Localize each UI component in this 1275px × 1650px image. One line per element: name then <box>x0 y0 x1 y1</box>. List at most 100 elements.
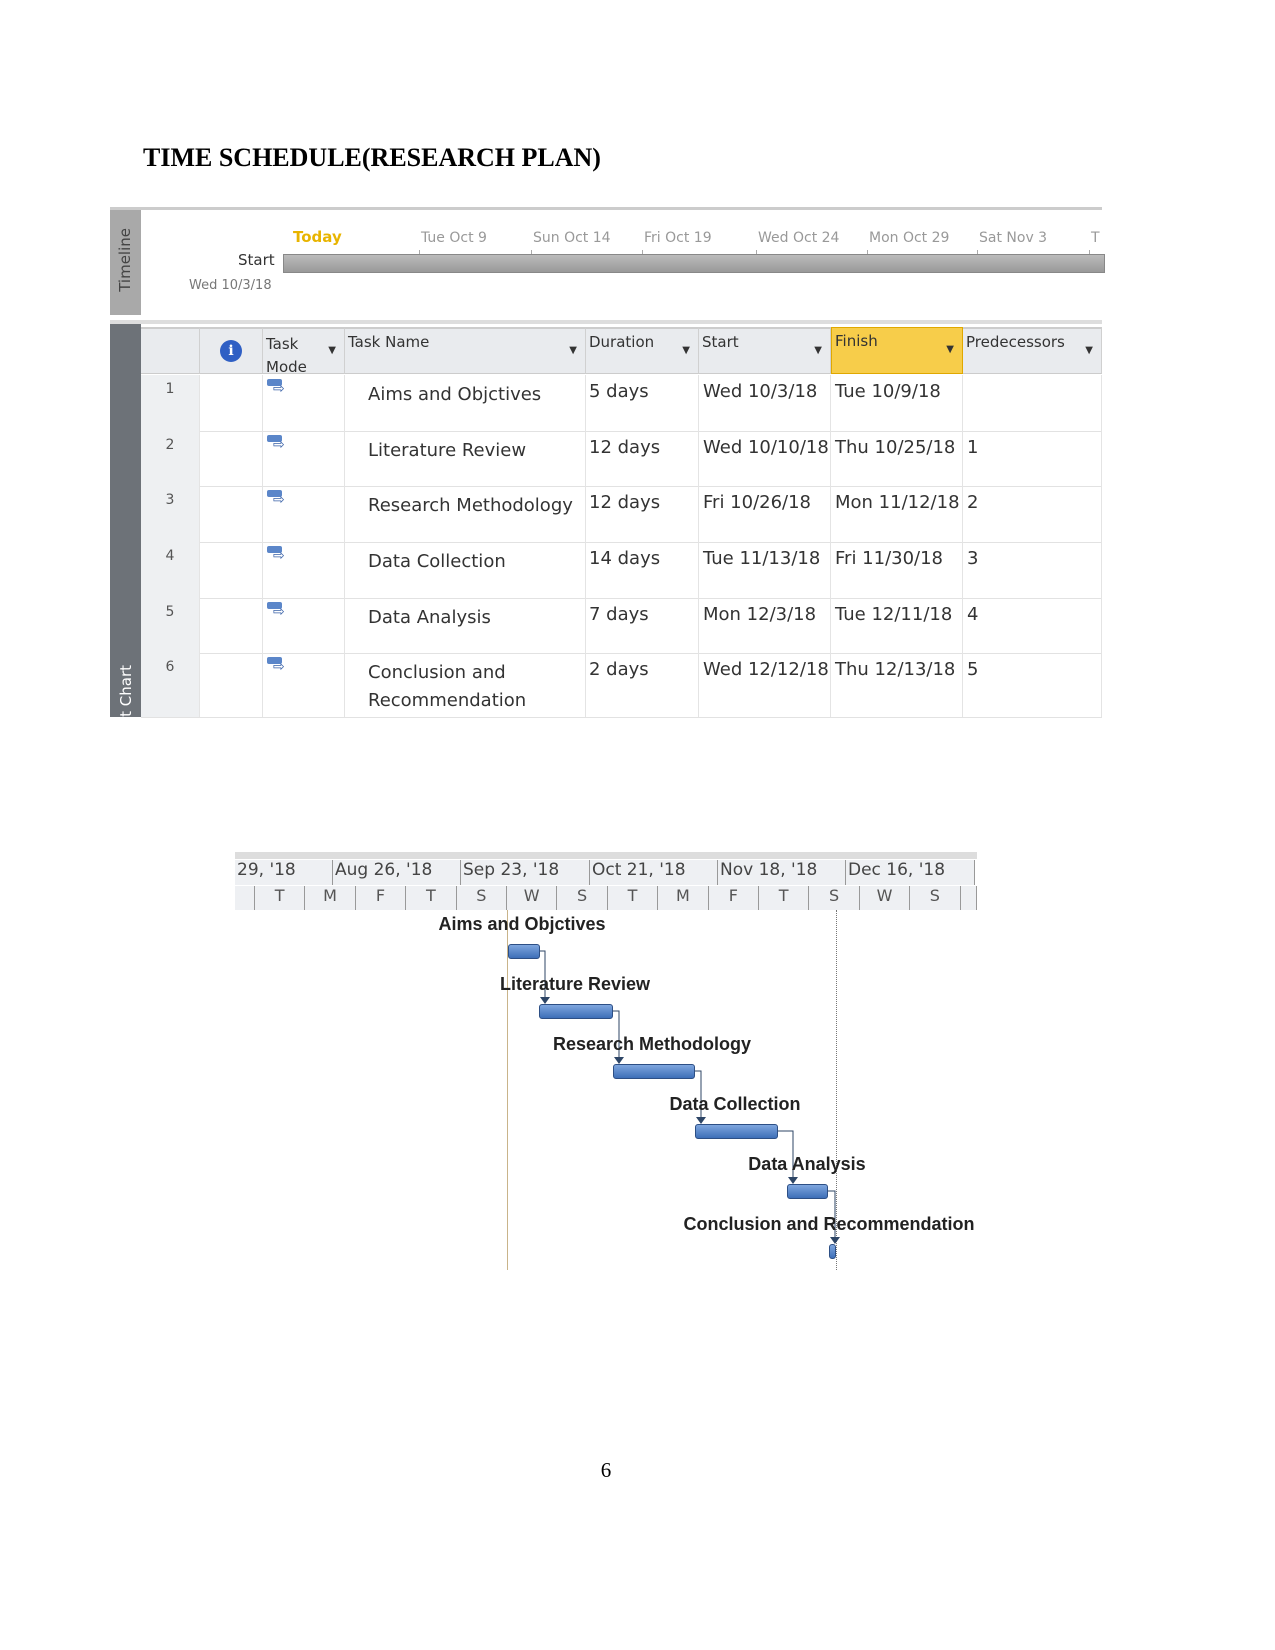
column-header-label: Task Name <box>348 333 430 351</box>
dependency-arrowhead <box>614 1057 624 1064</box>
task-bar[interactable] <box>613 1064 695 1079</box>
column-header-label: Predecessors <box>966 333 1065 351</box>
finish-cell[interactable]: Thu 12/13/18 <box>831 653 963 717</box>
finish-cell[interactable]: Mon 11/12/18 <box>831 486 963 542</box>
finish-cell[interactable]: Tue 12/11/18 <box>831 598 963 653</box>
column-header-3[interactable]: Start ▼ <box>699 327 831 374</box>
indicator-cell <box>200 431 263 486</box>
task-mode-cell[interactable]: ⇨ <box>263 542 345 598</box>
task-bar[interactable] <box>539 1004 613 1019</box>
column-header-1[interactable]: Task Name ▼ <box>345 327 586 374</box>
indicator-cell <box>200 375 263 431</box>
dependency-arrowhead <box>788 1177 798 1184</box>
finish-cell[interactable]: Thu 10/25/18 <box>831 431 963 486</box>
duration-cell[interactable]: 14 days <box>586 542 699 598</box>
column-header-label: Finish <box>835 332 878 350</box>
column-header-0[interactable]: Task Mode ▼ <box>263 327 345 376</box>
arrow-icon: ⇨ <box>273 604 285 620</box>
timeline-date: Sat Nov 3 <box>979 230 1048 246</box>
duration-cell[interactable]: 12 days <box>586 486 699 542</box>
task-bar[interactable] <box>787 1184 828 1199</box>
task-name-cell[interactable]: Research Methodology <box>345 486 586 542</box>
dropdown-arrow-icon[interactable]: ▼ <box>946 344 954 355</box>
task-mode-cell[interactable]: ⇨ <box>263 598 345 653</box>
task-mode-cell[interactable]: ⇨ <box>263 486 345 542</box>
start-cell[interactable]: Wed 10/3/18 <box>699 375 831 431</box>
timeline-start-label: Start <box>238 251 275 269</box>
task-mode-cell[interactable]: ⇨ <box>263 431 345 486</box>
section-title: TIME SCHEDULE(RESEARCH PLAN) <box>143 143 601 172</box>
predecessors-cell[interactable]: 4 <box>963 598 1102 653</box>
row-header-corner[interactable] <box>141 327 200 374</box>
task-mode-cell[interactable]: ⇨ <box>263 653 345 717</box>
table-row[interactable]: 1 ⇨ Aims and Objctives 5 days Wed 10/3/18 Tue… <box>141 375 1102 432</box>
row-number[interactable]: 6 <box>141 653 200 717</box>
column-header-4[interactable]: Finish ▼ <box>831 327 963 374</box>
predecessors-cell[interactable]: 3 <box>963 542 1102 598</box>
dependency-arrowhead <box>830 1237 840 1244</box>
row-number[interactable]: 4 <box>141 542 200 598</box>
duration-cell[interactable]: 7 days <box>586 598 699 653</box>
task-name-cell[interactable]: Data Collection <box>345 542 586 598</box>
predecessors-cell[interactable]: 1 <box>963 431 1102 486</box>
table-row[interactable]: 2 ⇨ Literature Review 12 days Wed 10/10/18 Th… <box>141 431 1102 487</box>
indicators-header[interactable]: i <box>200 327 263 374</box>
predecessors-cell[interactable] <box>963 375 1102 431</box>
duration-cell[interactable]: 5 days <box>586 375 699 431</box>
dropdown-arrow-icon[interactable]: ▼ <box>328 345 336 356</box>
timeline-date: Wed Oct 24 <box>758 230 840 246</box>
indicator-cell <box>200 598 263 653</box>
indicator-cell <box>200 486 263 542</box>
table-row[interactable]: 4 ⇨ Data Collection 14 days Tue 11/13/18 Fri … <box>141 542 1102 599</box>
column-header-label: Task Mode <box>266 335 307 376</box>
dependency-arrowhead <box>540 997 550 1004</box>
predecessors-cell[interactable]: 2 <box>963 486 1102 542</box>
dropdown-arrow-icon[interactable]: ▼ <box>1085 345 1093 356</box>
start-cell[interactable]: Tue 11/13/18 <box>699 542 831 598</box>
task-mode-cell[interactable]: ⇨ <box>263 375 345 431</box>
row-number[interactable]: 1 <box>141 375 200 431</box>
finish-cell[interactable]: Fri 11/30/18 <box>831 542 963 598</box>
task-name-cell[interactable]: Conclusion and Recommendation <box>345 653 586 717</box>
finish-cell[interactable]: Tue 10/9/18 <box>831 375 963 431</box>
start-cell[interactable]: Wed 12/12/18 <box>699 653 831 717</box>
start-cell[interactable]: Fri 10/26/18 <box>699 486 831 542</box>
timeline-bar[interactable] <box>283 254 1105 273</box>
arrow-icon: ⇨ <box>273 492 285 508</box>
task-bar-label: Aims and Objctives <box>438 914 606 934</box>
start-cell[interactable]: Mon 12/3/18 <box>699 598 831 653</box>
timeline-side-tab: Timeline <box>110 210 141 315</box>
table-row[interactable]: 6 ⇨ Conclusion and Recommendation 2 days Wed… <box>141 653 1102 718</box>
dropdown-arrow-icon[interactable]: ▼ <box>569 345 577 356</box>
column-header-5[interactable]: Predecessors ▼ <box>963 327 1102 374</box>
task-bar[interactable] <box>695 1124 778 1139</box>
row-number[interactable]: 5 <box>141 598 200 653</box>
task-bar-label: Research Methodology <box>552 1034 752 1054</box>
timeline-date: Sun Oct 14 <box>533 230 611 246</box>
task-bar[interactable] <box>829 1244 836 1259</box>
column-header-label: Duration <box>589 333 655 351</box>
timeline-side-label: Timeline <box>116 228 134 292</box>
row-number[interactable]: 2 <box>141 431 200 486</box>
timeline[interactable]: Today Tue Oct 9 Sun Oct 14 Fri Oct 19 Wed O… <box>141 210 1105 315</box>
column-header-label: Start <box>702 333 739 351</box>
task-name-cell[interactable]: Data Analysis <box>345 598 586 653</box>
dropdown-arrow-icon[interactable]: ▼ <box>814 345 822 356</box>
arrow-icon: ⇨ <box>273 437 285 453</box>
table-row[interactable]: 5 ⇨ Data Analysis 7 days Mon 12/3/18 Tue 12/1… <box>141 598 1102 654</box>
dropdown-arrow-icon[interactable]: ▼ <box>682 345 690 356</box>
task-name-cell[interactable]: Literature Review <box>345 431 586 486</box>
table-row[interactable]: 3 ⇨ Research Methodology 12 days Fri 10/26/1… <box>141 486 1102 543</box>
column-header-2[interactable]: Duration ▼ <box>586 327 699 374</box>
task-name-cell[interactable]: Aims and Objctives <box>345 375 586 431</box>
duration-cell[interactable]: 12 days <box>586 431 699 486</box>
page-number: 6 <box>600 1458 612 1482</box>
task-bar-label: Data Collection <box>669 1094 801 1114</box>
start-cell[interactable]: Wed 10/10/18 <box>699 431 831 486</box>
task-bar[interactable] <box>508 944 540 959</box>
row-number[interactable]: 3 <box>141 486 200 542</box>
gantt-side-label: t Chart <box>117 665 135 717</box>
task-bar-label: Conclusion and Recommendation <box>683 1214 975 1234</box>
duration-cell[interactable]: 2 days <box>586 653 699 717</box>
predecessors-cell[interactable]: 5 <box>963 653 1102 717</box>
